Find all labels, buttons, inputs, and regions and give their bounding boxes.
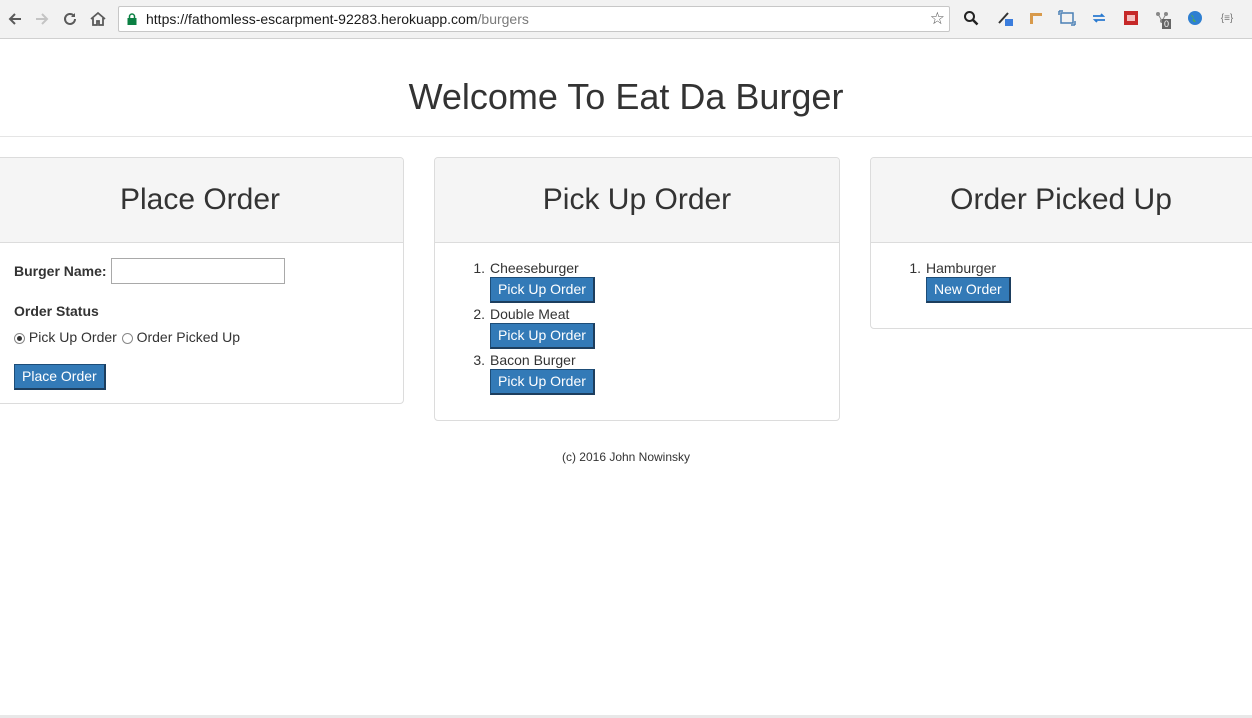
pick-up-order-button[interactable]: Pick Up Order [490,277,595,303]
search-icon[interactable] [962,9,980,27]
pick-up-order-heading: Pick Up Order [542,183,732,216]
globe-extension-icon[interactable] [1186,9,1204,27]
pick-up-order-heading-bar: Pick Up Order [435,158,839,243]
pick-up-order-list: 1. Cheeseburger Pick Up Order 2. Double … [473,260,595,398]
page-title: Welcome To Eat Da Burger [408,76,844,117]
radio-order-picked-up-label: Order Picked Up [136,329,241,345]
ruler-extension-icon[interactable] [1027,9,1045,27]
burger-name: Double Meat [490,306,570,322]
order-picked-up-heading: Order Picked Up [950,183,1172,216]
new-order-button[interactable]: New Order [926,277,1011,303]
order-status-options: Pick Up Order Order Picked Up [14,329,240,345]
json-formatter-extension-icon[interactable]: {≡} [1216,9,1238,27]
place-order-panel: Place Order Burger Name: Order Status Pi… [0,157,404,404]
list-item-number: 3. [473,352,485,368]
order-picked-up-panel: Order Picked Up 1. Hamburger New Order [870,157,1252,329]
screenshot-extension-icon[interactable] [1058,9,1076,27]
home-icon[interactable] [87,8,109,30]
swap-arrows-extension-icon[interactable] [1090,9,1108,27]
back-icon[interactable] [4,8,26,30]
red-square-extension-icon[interactable] [1122,9,1140,27]
url-host: https://fathomless-escarpment-92283.hero… [146,11,478,27]
place-order-button[interactable]: Place Order [14,364,106,390]
burger-name: Cheeseburger [490,260,579,276]
list-item-number: 1. [909,260,921,276]
lock-icon [127,13,137,25]
place-order-heading-bar: Place Order [0,158,403,243]
browser-toolbar: https://fathomless-escarpment-92283.hero… [0,0,1252,39]
reload-icon[interactable] [59,8,81,30]
place-order-heading: Place Order [119,183,281,216]
page-header: Welcome To Eat Da Burger [0,38,1252,137]
pick-up-order-panel: Pick Up Order 1. Cheeseburger Pick Up Or… [434,157,840,421]
radio-pick-up-order-label: Pick Up Order [28,329,117,345]
list-item: 1. Hamburger New Order [909,260,1011,306]
order-picked-up-list: 1. Hamburger New Order [909,260,1011,306]
pick-up-order-button[interactable]: Pick Up Order [490,369,595,395]
list-item: 3. Bacon Burger Pick Up Order [473,352,595,398]
order-status-label: Order Status [14,303,99,319]
url-path: /burgers [477,11,529,27]
order-picked-up-heading-bar: Order Picked Up [871,158,1252,243]
burger-name-input[interactable] [111,258,285,284]
list-item-number: 2. [473,306,485,322]
list-item: 1. Cheeseburger Pick Up Order [473,260,595,306]
bookmark-star-icon[interactable]: ☆ [930,9,945,29]
forward-icon[interactable] [31,8,53,30]
radio-pick-up-order[interactable] [14,332,25,344]
radio-order-picked-up[interactable] [121,332,133,344]
network-extension-icon[interactable]: 0 [1153,9,1172,29]
url-text: https://fathomless-escarpment-92283.hero… [146,11,529,27]
footer-copyright: (c) 2016 John Nowinsky [561,450,691,464]
list-item: 2. Double Meat Pick Up Order [473,306,595,352]
burger-name-label: Burger Name: [14,263,107,279]
address-bar[interactable]: https://fathomless-escarpment-92283.hero… [118,6,950,32]
burger-name: Bacon Burger [490,352,576,368]
extension-badge: 0 [1162,19,1172,29]
burger-name: Hamburger [926,260,997,276]
list-item-number: 1. [473,260,485,276]
color-picker-extension-icon[interactable] [996,9,1014,27]
pick-up-order-button[interactable]: Pick Up Order [490,323,595,349]
